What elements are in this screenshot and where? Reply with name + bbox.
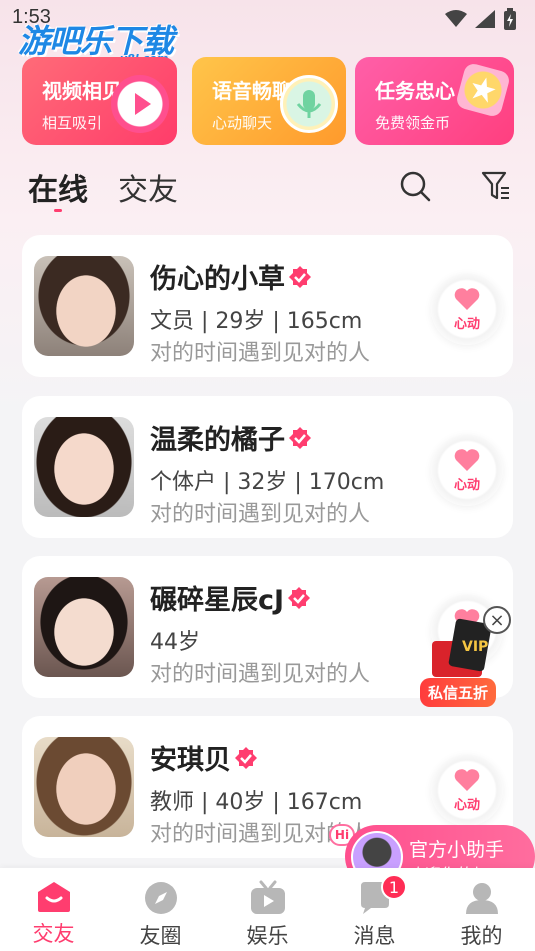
battery-icon <box>504 8 516 30</box>
verified-icon <box>289 265 311 288</box>
profile-icon <box>465 883 498 914</box>
close-icon[interactable]: × <box>483 606 511 634</box>
user-motto: 对的时间遇到见对的人 <box>150 662 371 687</box>
tool-icons <box>399 170 511 202</box>
nav-label: 娱乐 <box>246 924 289 948</box>
assistant-title: 官方小助手 <box>409 839 505 861</box>
avatar[interactable] <box>34 737 134 837</box>
message-count-badge: 1 <box>381 874 407 900</box>
heartbeat-button[interactable]: 心动 <box>431 434 503 506</box>
wifi-icon <box>445 10 467 27</box>
heart-icon <box>454 768 480 791</box>
user-name: 安琪贝 <box>150 738 258 777</box>
user-name: 碾碎星辰cJ <box>150 578 311 617</box>
home-icon <box>37 882 70 912</box>
user-info: 教师 | 40岁 | 167cm <box>150 790 363 815</box>
search-icon[interactable] <box>399 170 431 202</box>
user-name-text: 安琪贝 <box>150 745 231 776</box>
nav-label: 友圈 <box>139 924 182 948</box>
nav-label: 消息 <box>353 924 396 948</box>
tab-friends[interactable]: 交友 <box>118 165 178 209</box>
user-name-text: 温柔的橘子 <box>150 425 285 456</box>
nav-item-friends[interactable]: 交友 <box>0 868 107 951</box>
filter-icon[interactable] <box>481 170 511 202</box>
user-card[interactable]: 伤心的小草 文员 | 29岁 | 165cm 对的时间遇到见对的人 心动 <box>22 235 513 377</box>
heartbeat-button[interactable]: 心动 <box>431 754 503 826</box>
coin-card-icon <box>454 61 512 119</box>
verified-icon <box>289 426 311 449</box>
user-info: 个体户 | 32岁 | 170cm <box>150 470 385 495</box>
bottom-nav: 交友 友圈 娱乐 1 消息 我的 <box>0 868 535 951</box>
user-motto: 对的时间遇到见对的人 <box>150 341 371 366</box>
nav-item-moments[interactable]: 友圈 <box>107 868 214 951</box>
nav-label: 交友 <box>32 922 75 946</box>
verified-icon <box>235 746 257 769</box>
play-icon <box>111 75 169 133</box>
microphone-icon <box>280 75 338 133</box>
tv-icon <box>250 880 285 914</box>
verified-icon <box>288 586 311 609</box>
avatar[interactable] <box>34 417 134 517</box>
user-info: 文员 | 29岁 | 165cm <box>150 309 363 334</box>
status-icons <box>445 8 517 30</box>
heartbeat-label: 心动 <box>453 797 480 813</box>
nav-label: 我的 <box>460 924 503 948</box>
promo-task-card[interactable]: 任务忠心 免费领金币 <box>355 57 514 145</box>
promo-voice-card[interactable]: 语音畅聊 心动聊天 <box>192 57 346 145</box>
user-card[interactable]: 温柔的橘子 个体户 | 32岁 | 170cm 对的时间遇到见对的人 心动 <box>22 396 513 538</box>
user-name-text: 碾碎星辰cJ <box>150 585 285 616</box>
tab-indicator <box>54 209 62 212</box>
heart-icon <box>454 448 480 471</box>
tab-bar: 在线 交友 <box>28 165 178 209</box>
avatar[interactable] <box>34 577 134 677</box>
promo-video-card[interactable]: 视频相见 相互吸引 <box>22 57 177 145</box>
vip-float-tag[interactable]: 私信五折 <box>420 678 497 707</box>
user-name-text: 伤心的小草 <box>150 264 285 295</box>
user-name: 温柔的橘子 <box>150 418 312 457</box>
compass-icon <box>144 882 177 914</box>
heartbeat-label: 心动 <box>453 316 480 332</box>
nav-item-entertainment[interactable]: 娱乐 <box>214 868 321 951</box>
nav-item-messages[interactable]: 1 消息 <box>321 868 428 951</box>
signal-icon <box>475 10 495 28</box>
promo-row: 视频相见 相互吸引 语音畅聊 心动聊天 任务忠心 免费领金币 <box>22 57 514 147</box>
heartbeat-label: 心动 <box>453 477 480 493</box>
vip-badge-text: VIP <box>462 639 488 655</box>
user-motto: 对的时间遇到见对的人 <box>150 502 371 527</box>
user-info: 44岁 <box>150 630 200 655</box>
nav-item-profile[interactable]: 我的 <box>428 868 535 951</box>
tab-online[interactable]: 在线 <box>28 165 88 209</box>
avatar[interactable] <box>34 256 134 356</box>
user-name: 伤心的小草 <box>150 257 312 296</box>
heart-icon <box>454 287 480 310</box>
heartbeat-button[interactable]: 心动 <box>431 273 503 345</box>
